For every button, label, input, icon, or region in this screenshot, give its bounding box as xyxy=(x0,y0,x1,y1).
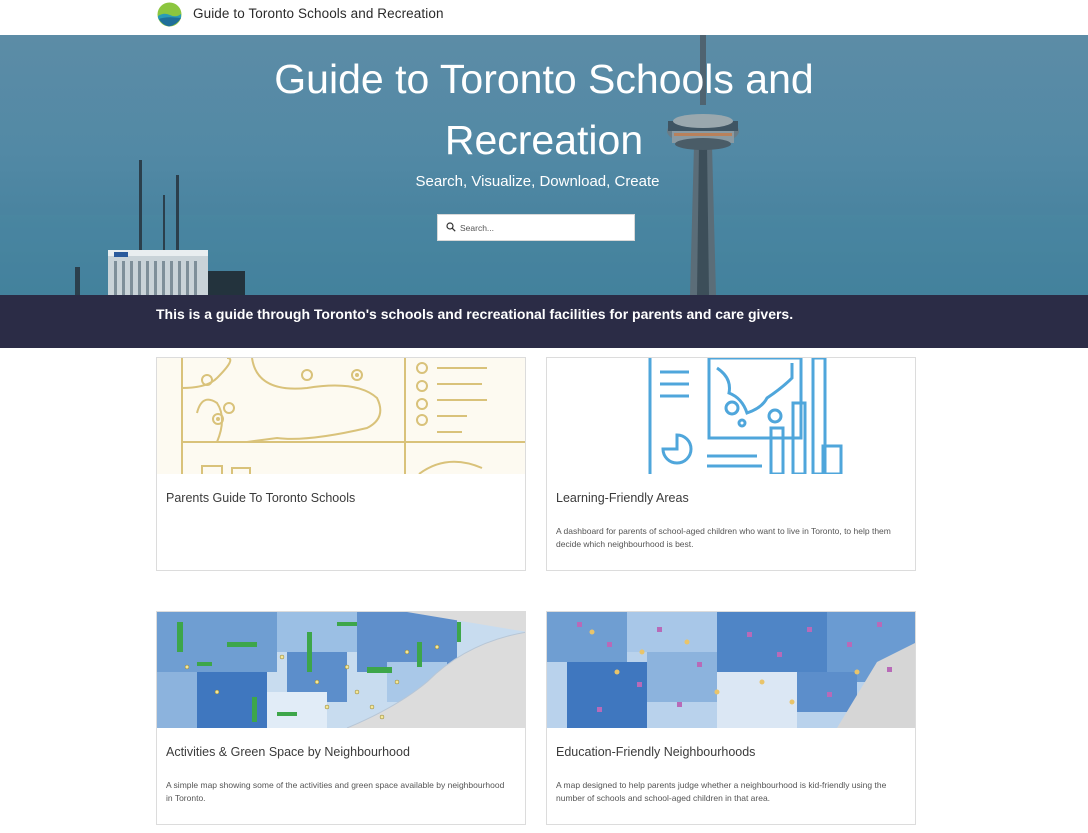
card-description: A dashboard for parents of school-aged c… xyxy=(556,526,891,549)
card-activities-green-space[interactable]: Activities & Green Space by Neighbourhoo… xyxy=(156,611,526,825)
hero-section: Guide to Toronto Schools and Recreation … xyxy=(0,35,1088,295)
leaf-landscape-logo-icon[interactable] xyxy=(157,2,182,27)
card-education-friendly-neighbourhoods[interactable]: Education-Friendly Neighbourhoods A map … xyxy=(546,611,916,825)
card-learning-friendly-areas[interactable]: Learning-Friendly Areas A dashboard for … xyxy=(546,357,916,571)
card-title[interactable]: Education-Friendly Neighbourhoods xyxy=(556,745,755,759)
hero-title: Guide to Toronto Schools and Recreation xyxy=(0,49,1088,171)
card-description: A map designed to help parents judge whe… xyxy=(556,780,887,803)
hero-subtitle: Search, Visualize, Download, Create xyxy=(415,173,660,190)
card-title[interactable]: Parents Guide To Toronto Schools xyxy=(166,491,355,505)
intro-banner: This is a guide through Toronto's school… xyxy=(0,295,1088,348)
top-bar: Guide to Toronto Schools and Recreation xyxy=(0,0,1088,35)
hero-title-line-1: Guide to Toronto Schools and xyxy=(274,56,814,102)
card-title[interactable]: Activities & Green Space by Neighbourhoo… xyxy=(166,745,410,759)
card-thumbnail[interactable] xyxy=(157,358,525,474)
hero-title-line-2: Recreation xyxy=(444,117,644,163)
card-thumbnail[interactable] xyxy=(157,612,525,728)
search-box[interactable] xyxy=(437,214,635,241)
card-title[interactable]: Learning-Friendly Areas xyxy=(556,491,689,505)
site-title[interactable]: Guide to Toronto Schools and Recreation xyxy=(193,6,444,21)
search-icon xyxy=(446,222,456,232)
map-sketch-illustration xyxy=(157,358,525,474)
green-space-map xyxy=(157,612,525,728)
dashboard-illustration xyxy=(547,358,915,474)
card-parents-guide[interactable]: Parents Guide To Toronto Schools xyxy=(156,357,526,571)
card-thumbnail[interactable] xyxy=(547,358,915,474)
card-thumbnail[interactable] xyxy=(547,612,915,728)
intro-text: This is a guide through Toronto's school… xyxy=(156,306,794,322)
search-input[interactable] xyxy=(460,215,630,240)
card-description: A simple map showing some of the activit… xyxy=(166,780,505,803)
schools-map xyxy=(547,612,915,728)
